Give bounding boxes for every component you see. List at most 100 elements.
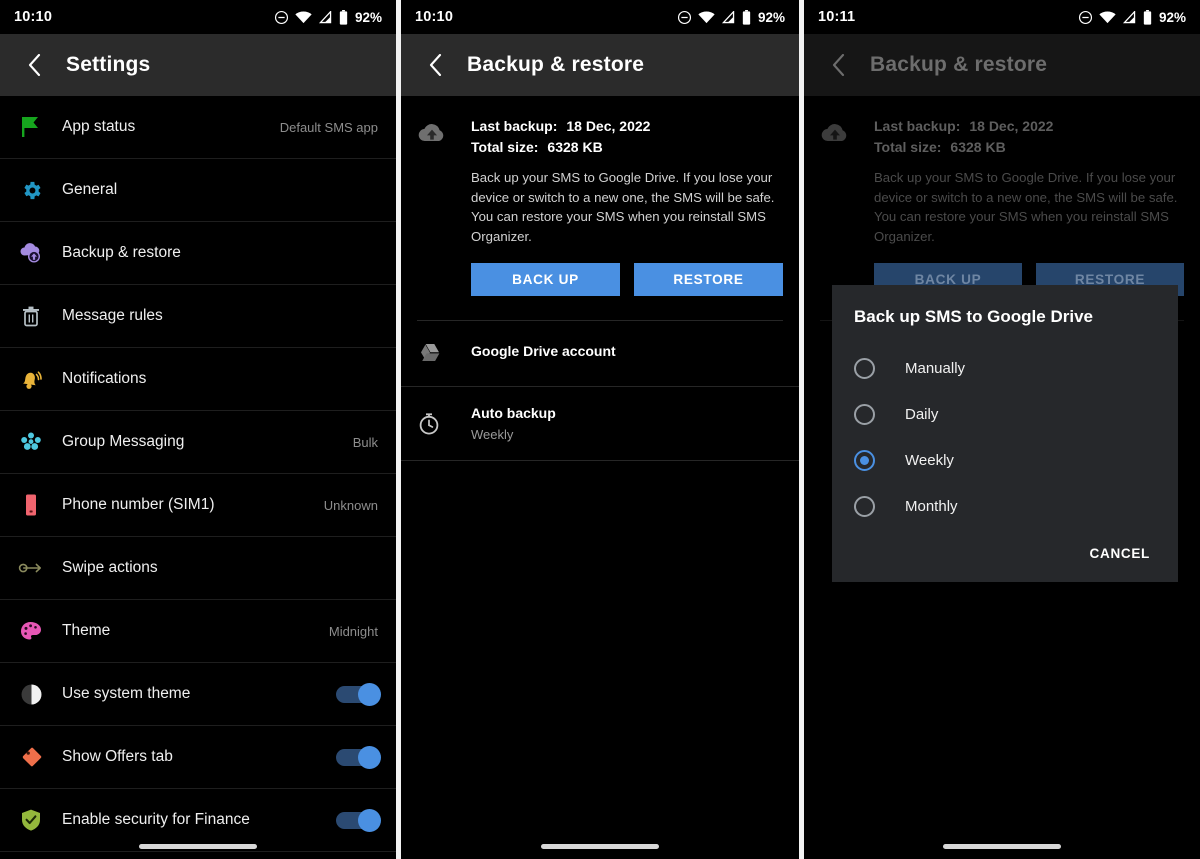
row-label: Phone number (SIM1) (62, 496, 215, 513)
toggle-knob (358, 745, 381, 769)
total-size-line: Total size: 6328 KB (471, 139, 783, 155)
battery-percent: 92% (354, 9, 382, 25)
row-value: Default SMS app (279, 119, 378, 135)
signal-icon (1122, 10, 1136, 23)
radio-option-monthly[interactable]: Monthly (854, 483, 1156, 529)
backup-description: Back up your SMS to Google Drive. If you… (471, 170, 775, 244)
row-subtitle: Weekly (471, 427, 514, 442)
backup-info: Last backup: 18 Dec, 2022 Total size: 63… (453, 118, 783, 296)
radio-button-selected-icon[interactable] (854, 449, 875, 471)
back-arrow-icon[interactable] (14, 45, 54, 85)
backup-summary: Last backup: 18 Dec, 2022 Total size: 63… (401, 96, 799, 296)
page-title: Backup & restore (467, 53, 645, 76)
back-arrow-icon[interactable] (415, 45, 455, 85)
sidebar-item-theme[interactable]: Theme Midnight (0, 600, 396, 663)
backup-info-dimmed: Last backup: 18 Dec, 2022 Total size: 63… (856, 118, 1184, 296)
radio-button-icon[interactable] (854, 403, 875, 425)
last-backup-line: Last backup: 18 Dec, 2022 (471, 118, 783, 134)
google-drive-account-row[interactable]: Google Drive account (401, 321, 799, 387)
row-label: Notifications (62, 370, 147, 387)
row-label: Message rules (62, 307, 163, 324)
settings-list: App status Default SMS app General Backu… (0, 96, 396, 852)
toggle-show-offers-tab[interactable] (336, 745, 381, 769)
radio-option-weekly[interactable]: Weekly (854, 437, 1156, 483)
status-bar-time: 10:10 (14, 9, 53, 25)
row-value: Bulk (352, 434, 378, 450)
dnd-icon (677, 10, 691, 24)
settings-app-bar: Settings (0, 34, 396, 96)
sidebar-item-swipe-actions[interactable]: Swipe actions (0, 537, 396, 600)
dialog-title: Back up SMS to Google Drive (854, 307, 1093, 326)
status-bar-time: 10:11 (818, 9, 856, 25)
sidebar-item-backup-restore[interactable]: Backup & restore (0, 222, 396, 285)
restore-button[interactable]: RESTORE (634, 263, 783, 296)
dialog-actions: CANCEL (854, 529, 1156, 572)
screenshot-stage: 10:10 92% Settings App status Default SM… (0, 0, 1200, 859)
radio-button-icon[interactable] (854, 495, 875, 517)
gear-icon (14, 173, 48, 207)
last-backup-line: Last backup: 18 Dec, 2022 (874, 118, 1184, 134)
sidebar-item-show-offers-tab[interactable]: Show Offers tab (0, 726, 396, 789)
row-label: Swipe actions (62, 559, 158, 576)
radio-option-daily[interactable]: Daily (854, 391, 1156, 437)
last-backup-value: 18 Dec, 2022 (566, 118, 651, 134)
total-size-value: 6328 KB (950, 139, 1006, 155)
battery-icon (339, 9, 348, 25)
sim-card-icon (14, 488, 48, 522)
row-value: Unknown (323, 497, 378, 513)
toggle-enable-security-finance[interactable] (336, 808, 381, 832)
home-indicator (804, 844, 1200, 849)
toggle-use-system-theme[interactable] (336, 682, 381, 706)
signal-icon (721, 10, 735, 23)
google-drive-icon (417, 342, 453, 365)
battery-icon (742, 9, 751, 25)
back-up-button[interactable]: BACK UP (471, 263, 620, 296)
auto-backup-frequency-dialog: Back up SMS to Google Drive Manually Dai… (832, 285, 1178, 582)
radio-option-manually[interactable]: Manually (854, 345, 1156, 391)
dnd-icon (1078, 10, 1092, 24)
row-value: Midnight (328, 623, 378, 639)
option-label: Monthly (905, 497, 958, 515)
stopwatch-icon (417, 412, 453, 436)
wifi-icon (1099, 10, 1116, 23)
sidebar-item-message-rules[interactable]: Message rules (0, 285, 396, 348)
status-bar-icons: 92% (677, 9, 785, 25)
status-bar: 10:10 92% (401, 0, 799, 34)
sidebar-item-notifications[interactable]: Notifications (0, 348, 396, 411)
sidebar-item-enable-security-finance[interactable]: Enable security for Finance (0, 789, 396, 852)
trash-icon (14, 299, 48, 333)
total-size-label: Total size: (874, 139, 942, 155)
sidebar-item-group-messaging[interactable]: Group Messaging Bulk (0, 411, 396, 474)
sidebar-item-phone-number[interactable]: Phone number (SIM1) Unknown (0, 474, 396, 537)
row-title: Google Drive account (471, 342, 616, 359)
panel-auto-backup-dialog: 10:11 92% Backup & restore Last backup: (804, 0, 1200, 859)
option-label: Weekly (905, 451, 954, 469)
backup-description: Back up your SMS to Google Drive. If you… (874, 170, 1178, 244)
home-indicator (401, 844, 799, 849)
back-arrow-icon[interactable] (818, 45, 858, 85)
radio-button-icon[interactable] (854, 357, 875, 379)
auto-backup-row[interactable]: Auto backup Weekly (401, 387, 799, 461)
google-drive-text: Google Drive account (453, 343, 616, 365)
contrast-icon (14, 677, 48, 711)
option-label: Daily (905, 405, 939, 423)
row-label: Use system theme (62, 685, 191, 702)
last-backup-value: 18 Dec, 2022 (969, 118, 1054, 134)
tag-icon (14, 740, 48, 774)
cloud-upload-icon (417, 118, 453, 296)
backup-summary-dimmed: Last backup: 18 Dec, 2022 Total size: 63… (804, 96, 1200, 296)
status-bar: 10:11 92% (804, 0, 1200, 34)
sidebar-item-use-system-theme[interactable]: Use system theme (0, 663, 396, 726)
total-size-line: Total size: 6328 KB (874, 139, 1184, 155)
status-bar: 10:10 92% (0, 0, 396, 34)
toggle-knob (358, 682, 381, 706)
row-label: Enable security for Finance (62, 811, 250, 828)
cloud-upload-icon (14, 236, 48, 270)
dnd-icon (274, 10, 288, 24)
sidebar-item-general[interactable]: General (0, 159, 396, 222)
sidebar-item-app-status[interactable]: App status Default SMS app (0, 96, 396, 159)
toggle-knob (358, 808, 381, 832)
row-label: Backup & restore (62, 244, 181, 261)
cancel-button[interactable]: CANCEL (1084, 545, 1156, 562)
home-indicator-bar (943, 844, 1061, 849)
